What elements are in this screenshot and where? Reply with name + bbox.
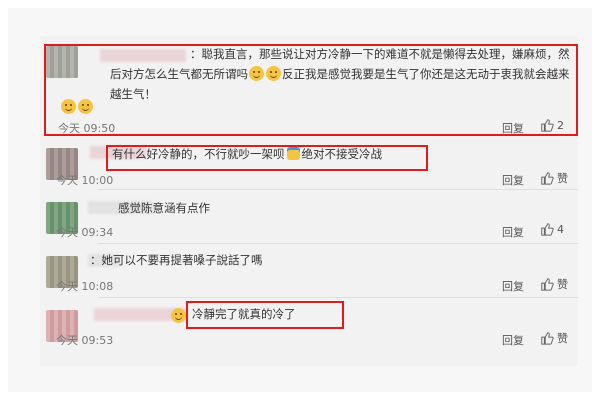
thumbs-up-icon [541,278,554,291]
like-count: 赞 [557,278,568,291]
divider [98,297,578,298]
like-button[interactable]: 2 [540,118,564,132]
crying-face-icon [286,147,300,160]
divider [98,243,578,244]
comment-time: 今天 10:00 [56,174,114,187]
comment-time: 今天 09:50 [58,122,116,135]
divider [98,189,578,190]
comment-text: 冷靜完了就真的冷了 [192,307,296,321]
comment-item: 感觉陈意涵有点作 今天 09:34 回复 4 [40,192,578,244]
reply-button[interactable]: 回复 [502,332,524,348]
thumbs-up-icon [541,119,554,132]
thumbs-up-icon [541,172,554,185]
like-count: 赞 [557,172,568,185]
smiling-face-icon [249,66,264,81]
reply-button[interactable]: 回复 [502,120,524,136]
comment-time: 今天 10:08 [56,280,114,293]
comment-time: 今天 09:34 [56,226,114,239]
like-button[interactable]: 4 [540,222,564,236]
like-button[interactable]: 赞 [540,276,568,292]
like-count: 赞 [557,332,568,345]
like-count: 4 [557,222,564,236]
reply-button[interactable]: 回复 [502,224,524,240]
comment-text: 有什么好冷静的，不行就吵一架呗 绝对不接受冷战 [112,144,572,164]
comment-text: 感觉陈意涵有点作 [118,201,210,215]
smiling-face-icon [171,308,186,323]
comment-item: 有什么好冷静的，不行就吵一架呗 绝对不接受冷战 今天 10:00 回复 赞 [40,138,578,190]
like-button[interactable]: 赞 [540,330,568,346]
thumbs-up-icon [541,332,554,345]
thumbs-up-icon [541,223,554,236]
reply-button[interactable]: 回复 [502,172,524,188]
comment-text-part: 有什么好冷静的，不行就吵一架呗 [112,147,285,161]
comment-time: 今天 09:53 [56,334,114,347]
comment-item: 冷靜完了就真的冷了 今天 09:53 回复 赞 [40,300,578,354]
comment-text: ：聪我直言，那些说让对方冷静一下的难道不就是懒得去处理，嫌麻烦，然后对方怎么生气… [110,44,570,104]
comment-item: ：她可以不要再提著嗓子說話了嗎 今天 10:08 回复 赞 [40,246,578,298]
like-button[interactable]: 赞 [540,170,568,186]
comment-text: ：她可以不要再提著嗓子說話了嗎 [90,253,263,267]
like-count: 2 [557,118,564,132]
reply-button[interactable]: 回复 [502,278,524,294]
avatar[interactable] [46,46,78,78]
smiling-face-icon [61,99,76,114]
divider [98,135,578,136]
comment-item: ：聪我直言，那些说让对方冷静一下的难道不就是懒得去处理，嫌麻烦，然后对方怎么生气… [40,40,578,136]
emoji-row [60,96,94,115]
smiling-face-icon [78,99,93,114]
smiling-face-icon [266,66,281,81]
comment-text-part: 绝对不接受冷战 [301,147,383,161]
